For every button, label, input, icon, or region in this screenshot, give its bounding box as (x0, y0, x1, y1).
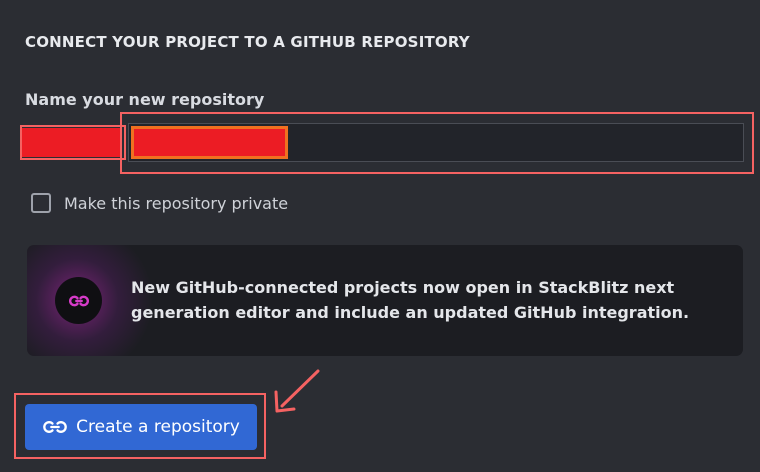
link-icon (42, 418, 68, 436)
section-heading: CONNECT YOUR PROJECT TO A GITHUB REPOSIT… (25, 33, 470, 51)
private-repository-checkbox[interactable] (31, 193, 51, 213)
private-repository-label: Make this repository private (64, 193, 289, 213)
stackblitz-link-icon (55, 277, 102, 324)
repository-name-label: Name your new repository (25, 90, 265, 109)
notice-text: New GitHub-connected projects now open i… (131, 278, 690, 322)
private-repository-option[interactable]: Make this repository private (31, 193, 288, 213)
annotation-arrow-icon (274, 369, 320, 413)
github-integration-notice: New GitHub-connected projects now open i… (27, 245, 743, 356)
create-repository-label: Create a repository (76, 417, 240, 437)
owner-annotation-box (20, 125, 126, 160)
name-annotation-box (120, 112, 754, 174)
create-repository-button[interactable]: Create a repository (25, 404, 257, 450)
